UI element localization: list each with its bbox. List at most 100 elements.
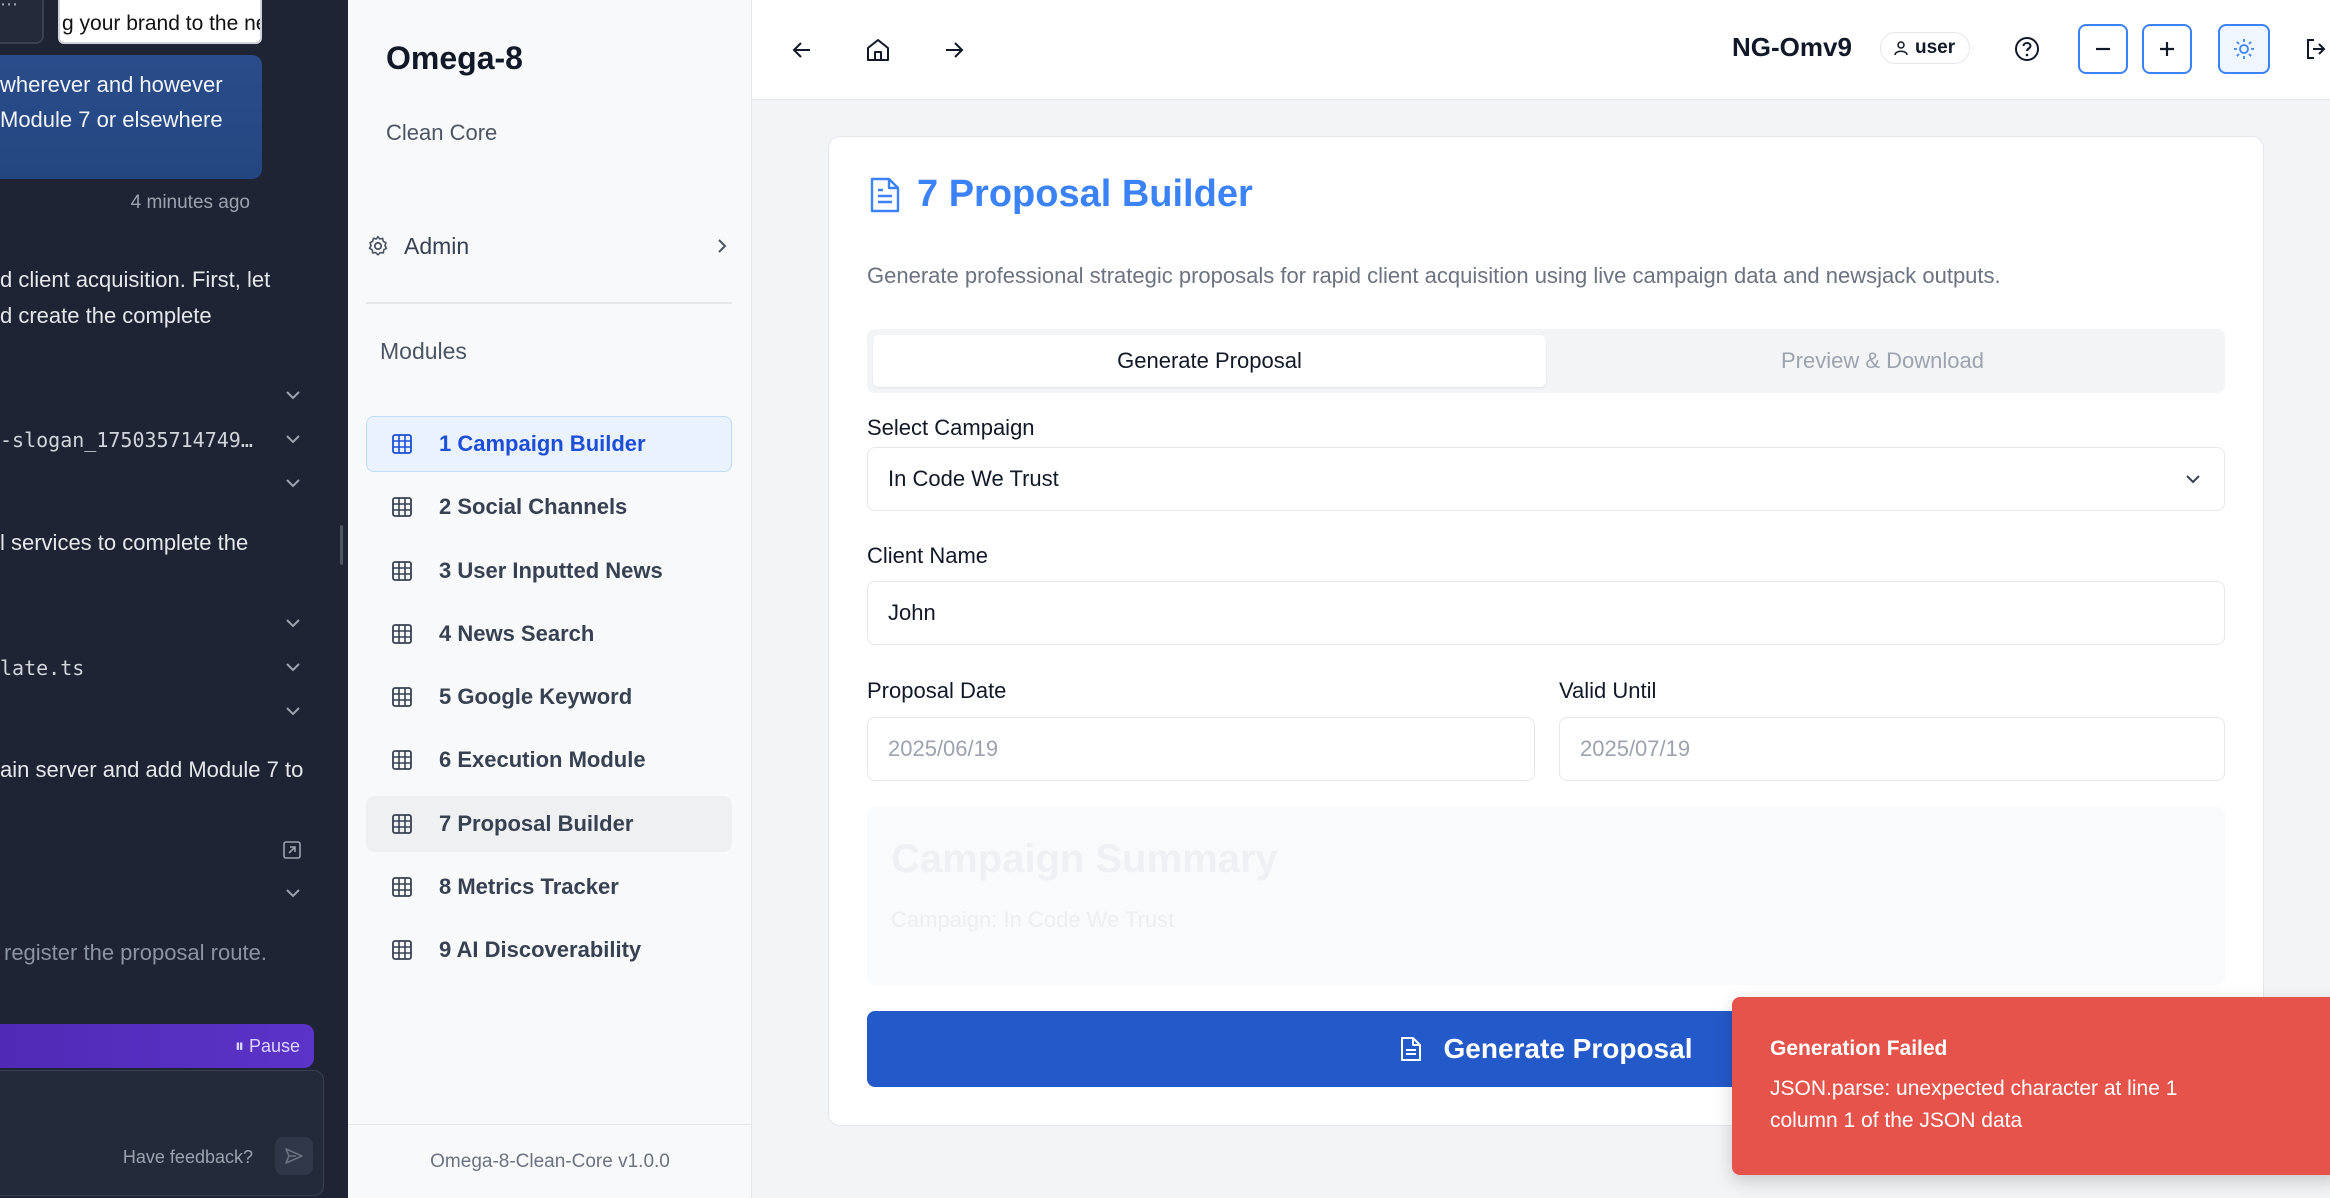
proposal-builder-card: 7 Proposal Builder Generate professional… — [828, 136, 2264, 1126]
chevron-down-icon[interactable] — [284, 388, 302, 402]
admin-label: Admin — [404, 232, 470, 259]
valid-until-placeholder: 2025/07/19 — [1580, 736, 1691, 761]
client-name-label: Client Name — [867, 543, 989, 568]
sidebar-item-label: 5 Google Keyword — [439, 684, 633, 710]
chat-input-box[interactable]: Have feedback? — [0, 1070, 324, 1196]
chevron-down-icon[interactable] — [284, 660, 302, 674]
attachment-thumbnails: ⋯ g your brand to the ne — [0, 0, 348, 46]
proposal-date-input[interactable]: 2025/06/19 — [867, 717, 1535, 781]
proposal-date-label: Proposal Date — [867, 678, 1007, 703]
sidebar-item-user-inputted-news[interactable]: 3 User Inputted News — [366, 543, 732, 599]
sidebar-item-label: 3 User Inputted News — [439, 557, 663, 583]
grid-icon — [392, 434, 412, 454]
user-message-line: wherever and however — [0, 72, 223, 97]
instance-code: NG-Omv9 — [1732, 32, 1852, 62]
zoom-in-button[interactable] — [2142, 24, 2192, 74]
assistant-text-line: d client acquisition. First, let — [0, 267, 271, 292]
sidebar-item-campaign-builder[interactable]: 1 Campaign Builder — [366, 416, 732, 472]
open-external-icon[interactable] — [282, 840, 302, 860]
feedback-link[interactable]: Have feedback? — [123, 1147, 253, 1168]
grid-icon — [392, 813, 412, 834]
file-reference: -slogan_175035714749… — [0, 428, 253, 452]
sidebar-item-proposal-builder[interactable]: 7 Proposal Builder — [366, 795, 732, 852]
sidebar-item-execution-module[interactable]: 6 Execution Module — [366, 732, 732, 788]
pause-icon: ⏸ — [234, 1036, 244, 1056]
page-description: Generate professional strategic proposal… — [867, 263, 2001, 288]
error-toast[interactable]: Generation Failed JSON.parse: unexpected… — [1732, 997, 2330, 1175]
back-button[interactable] — [786, 34, 818, 66]
attachment-more: ⋯ — [0, 0, 18, 14]
chevron-down-icon[interactable] — [284, 704, 302, 718]
document-icon — [1400, 1037, 1421, 1061]
page-title-text: 7 Proposal Builder — [917, 173, 1253, 215]
campaign-summary-title: Campaign Summary — [891, 837, 1278, 881]
sidebar-item-label: 4 News Search — [439, 620, 595, 646]
chevron-down-icon[interactable] — [284, 886, 302, 900]
client-name-input[interactable]: John — [867, 581, 2225, 645]
chevron-right-icon — [718, 239, 727, 253]
theme-toggle-button[interactable] — [2218, 24, 2270, 74]
assistant-text-line: l services to complete the — [0, 530, 249, 555]
tab-generate-proposal[interactable]: Generate Proposal — [873, 335, 1546, 387]
gear-icon — [368, 235, 388, 256]
user-message-bubble: wherever and however Module 7 or elsewhe… — [0, 55, 262, 179]
zoom-out-button[interactable] — [2078, 24, 2128, 74]
user-icon — [1894, 41, 1908, 56]
pause-button[interactable]: ⏸ Pause — [235, 1036, 300, 1057]
campaign-selected-value: In Code We Trust — [888, 466, 1059, 491]
sidebar-item-label: 1 Campaign Builder — [439, 431, 646, 456]
sidebar-item-label: 9 AI Discoverability — [439, 937, 642, 963]
user-role-label: user — [1915, 37, 1956, 58]
tab-preview-download[interactable]: Preview & Download — [1546, 335, 2219, 387]
valid-until-input[interactable]: 2025/07/19 — [1559, 717, 2225, 781]
campaign-select[interactable]: In Code We Trust — [867, 447, 2225, 511]
campaign-summary-panel: Campaign Summary Campaign: In Code We Tr… — [867, 807, 2225, 985]
sidebar-item-label: 6 Execution Module — [439, 747, 646, 773]
message-timestamp: 4 minutes ago — [130, 192, 250, 213]
chevron-down-icon[interactable] — [284, 616, 302, 630]
document-icon — [870, 177, 900, 212]
pause-label: Pause — [248, 1036, 300, 1056]
sun-icon — [2234, 39, 2254, 59]
proposal-tabs: Generate Proposal Preview & Download — [867, 329, 2225, 393]
send-button[interactable] — [275, 1137, 313, 1175]
attachment-preview-text: g your brand to the ne — [62, 12, 262, 35]
valid-until-label: Valid Until — [1559, 678, 1657, 703]
sidebar-item-admin[interactable]: Admin — [366, 224, 732, 268]
sidebar-item-ai-discoverability[interactable]: 9 AI Discoverability — [366, 922, 732, 978]
send-icon — [285, 1148, 303, 1164]
arrow-right-icon — [946, 42, 964, 58]
modules-list: 1 Campaign Builder 2 Social Channels 3 U… — [366, 416, 732, 986]
attachment-thumbnail[interactable]: ⋯ — [0, 0, 44, 44]
attachment-thumbnail[interactable]: g your brand to the ne — [58, 0, 262, 44]
grid-icon — [392, 750, 412, 771]
user-message-line: Module 7 or elsewhere — [0, 107, 223, 132]
assistant-status-text: register the proposal route. — [4, 940, 267, 965]
file-reference: late.ts — [0, 656, 85, 680]
toast-message: JSON.parse: unexpected character at line… — [1770, 1077, 2178, 1132]
chevron-down-icon[interactable] — [284, 432, 302, 446]
grid-icon — [392, 497, 412, 518]
forward-button[interactable] — [938, 34, 970, 66]
app-subtitle: Clean Core — [386, 120, 498, 145]
home-button[interactable] — [862, 34, 894, 66]
sidebar-item-google-keyword[interactable]: 5 Google Keyword — [366, 669, 732, 725]
panel-resize-handle[interactable] — [340, 525, 343, 565]
logout-icon[interactable] — [2304, 36, 2330, 62]
user-role-badge[interactable]: user — [1880, 32, 1971, 64]
generate-proposal-label: Generate Proposal — [1443, 1033, 1693, 1064]
help-icon[interactable] — [2012, 34, 2042, 64]
minus-icon — [2096, 47, 2110, 51]
app-brand: Omega-8 — [386, 40, 523, 76]
toast-title: Generation Failed — [1770, 1037, 1948, 1060]
assistant-text-line: d create the complete — [0, 303, 212, 328]
chevron-down-icon[interactable] — [284, 476, 302, 490]
assistant-text-line: ain server and add Module 7 to — [0, 757, 304, 782]
sidebar-item-news-search[interactable]: 4 News Search — [366, 606, 732, 662]
modules-heading: Modules — [380, 338, 467, 364]
sidebar-item-metrics-tracker[interactable]: 8 Metrics Tracker — [366, 859, 732, 915]
campaign-summary-text: Campaign: In Code We Trust — [891, 907, 1175, 932]
arrow-left-icon — [792, 42, 810, 58]
generation-progress-bar: ⏸ Pause — [0, 1024, 314, 1068]
sidebar-item-social-channels[interactable]: 2 Social Channels — [366, 479, 732, 535]
